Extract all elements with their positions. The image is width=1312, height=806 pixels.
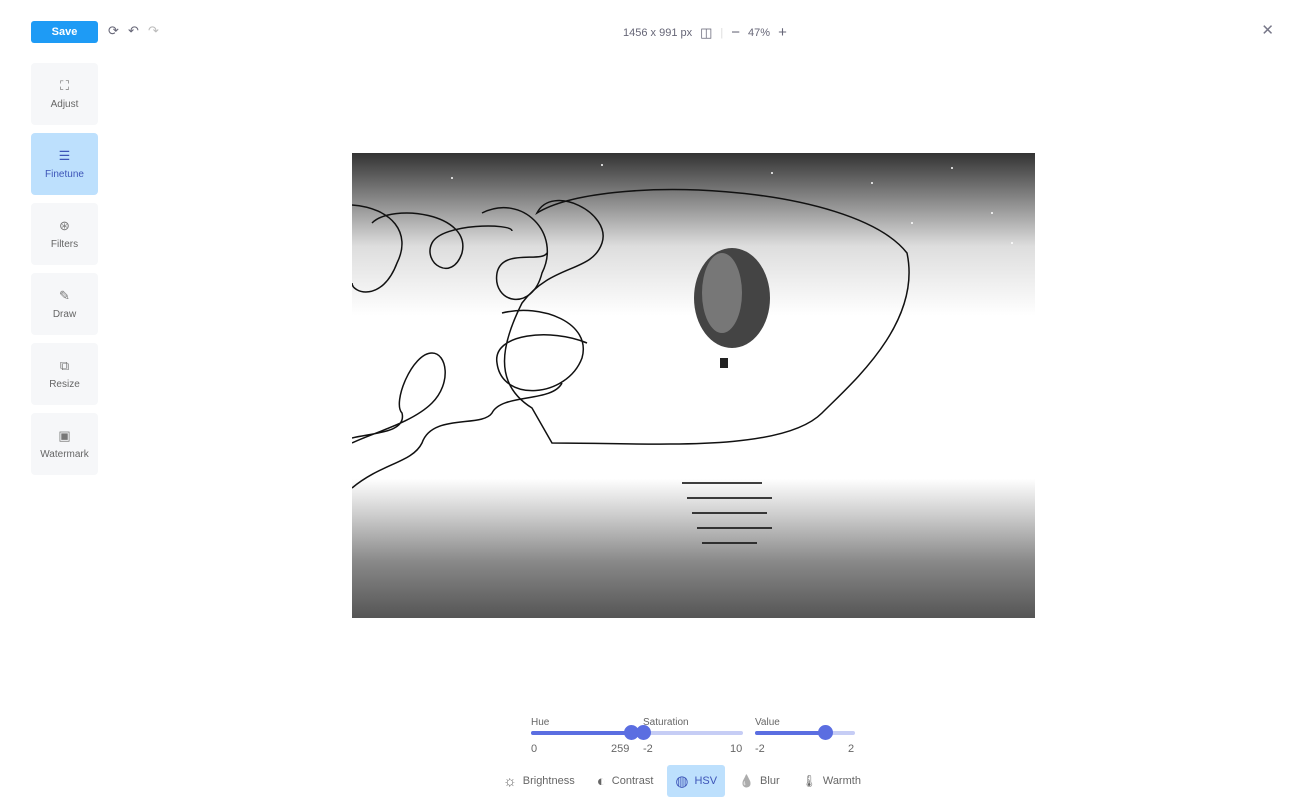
crop-icon: ⛶ [59,77,70,93]
sidebar-item-filters[interactable]: ⊛ Filters [31,203,98,265]
image-canvas[interactable] [352,153,1035,618]
value-slider[interactable] [755,725,855,740]
saturation-slider[interactable] [636,725,743,740]
tab-warmth[interactable]: 🌡 Warmth [794,765,869,797]
reset-icon[interactable]: ⟳ [108,24,119,38]
sidebar-item-finetune[interactable]: ☰ Finetune [31,133,98,195]
contrast-icon: ◐ [596,772,606,790]
thermometer-icon: 🌡 [801,774,817,788]
image-dimensions: 1456 x 991 px [623,26,693,39]
image-info-bar: 1456 x 991 px ◫ | − 47% + [623,24,787,41]
sidebar-item-label: Watermark [40,448,89,460]
freehand-drawing [352,188,910,489]
hue-slider[interactable] [531,725,643,740]
value-max: 2 [848,743,855,755]
value-min: -2 [755,743,765,755]
hue-max: 259 [611,743,630,755]
undo-icon[interactable]: ↶ [128,24,139,38]
finetune-tabs: ☼ Brightness ◐ Contrast ◍ HSV 💧 Blur 🌡 Warmth [495,765,875,797]
sidebar-item-label: Filters [50,238,79,250]
sidebar-item-resize[interactable]: ⧉ Resize [31,343,98,405]
sidebar-item-label: Finetune [45,168,84,180]
tab-label: Warmth [822,775,861,787]
saturation-label: Saturation [643,717,689,728]
image-icon: ▣ [58,427,71,443]
sidebar-item-draw[interactable]: ✎ Draw [31,273,98,335]
value-slider-knob[interactable] [818,725,833,740]
value-label: Value [755,717,780,728]
zoom-out-icon[interactable]: − [731,24,740,41]
stars [451,164,1013,244]
hsv-icon: ◍ [675,773,689,790]
zoom-in-icon[interactable]: + [778,24,787,41]
divider: | [720,26,724,39]
sidebar-item-adjust[interactable]: ⛶ Adjust [31,63,98,125]
hue-min: 0 [531,743,538,755]
sliders-icon: ☰ [58,147,71,163]
saturation-slider-knob[interactable] [636,725,651,740]
saturation-min: -2 [643,743,653,755]
compare-icon[interactable]: ◫ [700,25,712,41]
resize-icon: ⧉ [59,357,70,373]
save-button[interactable]: Save [31,21,98,43]
pencil-icon: ✎ [59,287,70,303]
tab-label: HSV [694,775,718,787]
sidebar-item-label: Draw [52,308,77,320]
sidebar-item-label: Adjust [50,98,79,110]
hue-slider-fill [531,731,631,735]
tab-label: Contrast [611,775,654,787]
tab-blur[interactable]: 💧 Blur [731,765,788,797]
sidebar-item-label: Resize [49,378,80,390]
balloon-image-with-drawing [352,164,1013,544]
sidebar-item-watermark[interactable]: ▣ Watermark [31,413,98,475]
filters-icon: ⊛ [59,217,70,233]
tab-brightness[interactable]: ☼ Brightness [495,765,583,797]
value-slider-fill [755,731,825,735]
tab-hsv[interactable]: ◍ HSV [667,765,726,797]
hue-label: Hue [531,717,550,728]
sun-icon: ☼ [503,772,517,790]
redo-icon[interactable]: ↷ [148,24,159,38]
tab-label: Brightness [522,775,575,787]
saturation-max: 10 [730,743,743,755]
tab-label: Blur [760,775,780,787]
zoom-level: 47% [748,26,771,39]
close-icon[interactable]: ✕ [1261,21,1274,39]
drop-icon: 💧 [739,774,755,788]
balloon-reflection [682,482,772,544]
tab-contrast[interactable]: ◐ Contrast [589,765,662,797]
